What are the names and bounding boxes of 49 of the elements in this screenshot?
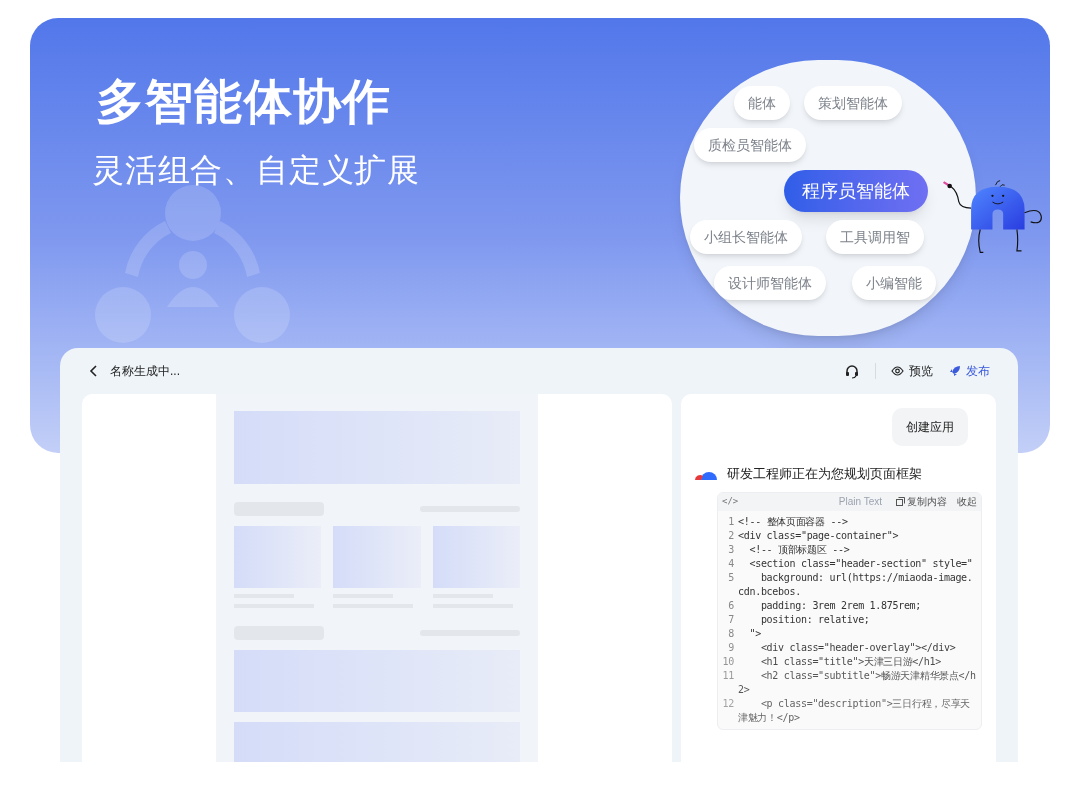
code-line: <div class="header-overlay"></div> xyxy=(759,640,956,655)
rocket-icon xyxy=(949,365,961,377)
line-number: 4 xyxy=(727,556,735,571)
code-line: <!-- 整体页面容器 --> xyxy=(738,514,848,529)
line-number: 5 xyxy=(727,570,735,585)
language-label: Plain Text xyxy=(838,495,882,509)
user-message: 创建应用 xyxy=(892,408,968,446)
code-line: <div class="page-container"> xyxy=(738,528,899,543)
agent-tag[interactable]: 工具调用智 xyxy=(826,220,924,254)
line-number: 8 xyxy=(727,626,735,641)
code-line: <h2 class="subtitle">畅游天津精华景点</h2> xyxy=(738,668,977,697)
agent-tag[interactable]: 小组长智能体 xyxy=(690,220,802,254)
back-icon[interactable] xyxy=(88,365,98,377)
line-number: 12 xyxy=(722,696,735,711)
code-line: background: url(https://miaoda-image.cdn.bcebos. xyxy=(738,570,974,599)
code-line: "> xyxy=(748,626,761,641)
copy-icon[interactable] xyxy=(896,497,905,506)
line-number: 3 xyxy=(727,542,735,557)
line-number: 10 xyxy=(722,654,735,669)
code-line: <h1 class="title">天津三日游</h1> xyxy=(759,654,941,669)
code-line: <section class="header-section" style=" xyxy=(748,556,973,571)
line-number: 2 xyxy=(727,528,735,543)
banner-subtitle: 灵活组合、自定义扩展 xyxy=(92,154,420,186)
agent-tag[interactable]: 策划智能体 xyxy=(804,86,902,120)
code-icon: </> xyxy=(722,494,739,509)
app-title: 名称生成中... xyxy=(110,363,180,380)
line-number: 9 xyxy=(727,640,735,655)
copy-button[interactable]: 复制内容 xyxy=(907,494,947,509)
code-line: <!-- 顶部标题区 --> xyxy=(748,542,850,557)
preview-button[interactable]: 预览 xyxy=(891,362,933,380)
line-number: 1 xyxy=(727,514,735,529)
agent-tag[interactable]: 设计师智能体 xyxy=(714,266,826,300)
line-number: 7 xyxy=(727,612,735,627)
code-line: padding: 3rem 2rem 1.875rem; xyxy=(759,598,922,613)
line-number: 6 xyxy=(727,598,735,613)
agent-tag[interactable]: 质检员智能体 xyxy=(694,128,806,162)
code-line: position: relative; xyxy=(759,612,870,627)
line-number: 11 xyxy=(722,668,735,683)
agent-message: 研发工程师正在为您规划页面框架 xyxy=(727,465,922,483)
code-line: <p class="description">三日行程，尽享天津魅力！</p> xyxy=(738,696,972,725)
agent-tag[interactable]: 能体 xyxy=(734,86,790,120)
collapse-button[interactable]: 收起 xyxy=(957,494,977,509)
people-icon xyxy=(95,185,290,345)
headset-icon[interactable] xyxy=(844,363,860,379)
agent-tag[interactable]: 程序员智能体 xyxy=(784,170,928,212)
agent-tag[interactable]: 小编智能 xyxy=(852,266,936,300)
eye-icon xyxy=(891,366,904,376)
publish-button[interactable]: 发布 xyxy=(949,362,990,380)
banner-title: 多智能体协作 xyxy=(96,78,392,126)
